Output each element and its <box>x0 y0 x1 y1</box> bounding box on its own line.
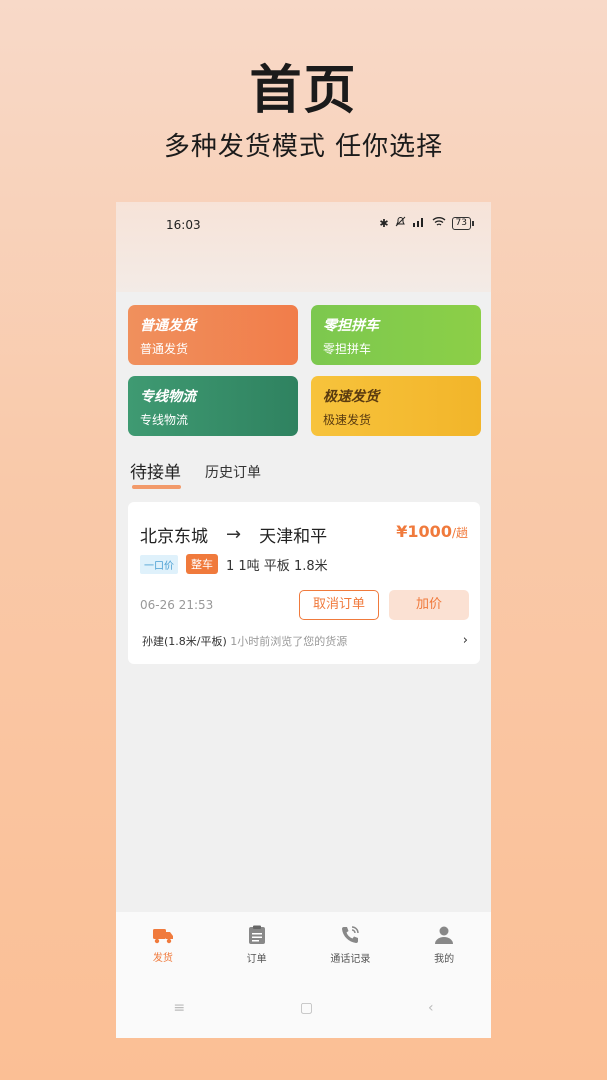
vehicle-type-badge: 整车 <box>186 554 218 574</box>
battery-icon: 73 <box>451 216 475 230</box>
promo-title: 首页 <box>249 61 358 121</box>
nav-ship[interactable]: 发货 <box>123 926 203 964</box>
tile-title: 专线物流 <box>140 389 196 405</box>
price-value: ¥1000 <box>396 522 452 541</box>
back-icon[interactable]: ‹ <box>428 1000 434 1016</box>
truck-icon <box>152 929 173 944</box>
viewer-name: 孙建(1.8米/平板) <box>142 635 227 648</box>
nav-label: 发货 <box>152 953 173 964</box>
tile-express-shipping[interactable]: 极速发货 极速发货 <box>311 376 481 436</box>
nav-label: 订单 <box>246 954 267 965</box>
price-unit: /趟 <box>451 526 468 540</box>
tile-subtitle: 专线物流 <box>140 413 189 427</box>
fixed-price-badge: 一口价 <box>140 554 178 574</box>
order-card[interactable]: 北京东城 → 天津和平 ¥1000/趟 一口价 整车 1 1吨 平板 1.8米 … <box>128 502 480 664</box>
system-nav: ≡ ▢ ‹ <box>116 978 491 1038</box>
nav-call-log[interactable]: 通话记录 <box>310 925 390 965</box>
cancel-order-button[interactable]: 取消订单 <box>299 590 379 620</box>
arrow-right-icon: → <box>226 524 242 545</box>
cargo-specs: 1 1吨 平板 1.8米 <box>226 558 328 574</box>
phone-screen: 16:03 ✱ 73 普通发货 普通发货 零担拼车 零担拼车 专线物流 专线物流… <box>116 202 491 1038</box>
tile-ltl-carpool[interactable]: 零担拼车 零担拼车 <box>311 305 481 365</box>
clipboard-icon <box>248 925 265 944</box>
tile-title: 极速发货 <box>323 389 379 405</box>
viewer-note: 1小时前浏览了您的货源 <box>230 635 348 648</box>
tile-subtitle: 普通发货 <box>140 342 189 356</box>
nav-label: 通话记录 <box>330 954 371 965</box>
tile-subtitle: 极速发货 <box>323 413 372 427</box>
tile-title: 普通发货 <box>140 318 196 334</box>
bottom-nav: 发货 订单 通话记录 我的 <box>116 912 491 978</box>
route-to: 天津和平 <box>259 527 328 547</box>
order-datetime: 06-26 21:53 <box>140 598 214 612</box>
order-tags: 一口价 整车 1 1吨 平板 1.8米 <box>140 554 328 574</box>
tile-subtitle: 零担拼车 <box>323 342 372 356</box>
phone-icon <box>342 926 360 943</box>
user-icon <box>435 926 454 944</box>
tile-dedicated-line[interactable]: 专线物流 专线物流 <box>128 376 298 436</box>
order-price: ¥1000/趟 <box>396 522 468 541</box>
raise-price-button[interactable]: 加价 <box>389 590 469 620</box>
chevron-right-icon: › <box>462 633 468 648</box>
home-icon[interactable]: ▢ <box>300 1000 313 1016</box>
tile-normal-shipping[interactable]: 普通发货 普通发货 <box>128 305 298 365</box>
nav-orders[interactable]: 订单 <box>217 925 297 965</box>
route-from: 北京东城 <box>140 527 208 547</box>
bluetooth-icon: ✱ <box>379 216 389 230</box>
tile-title: 零担拼车 <box>323 318 379 334</box>
nav-profile[interactable]: 我的 <box>404 925 484 965</box>
tab-history[interactable]: 历史订单 <box>205 462 261 489</box>
promo-subtitle: 多种发货模式 任你选择 <box>163 132 444 162</box>
route: 北京东城 → 天津和平 <box>140 522 327 547</box>
status-time: 16:03 <box>166 218 201 232</box>
status-icons: ✱ 73 <box>379 216 475 230</box>
header-background: 16:03 ✱ 73 <box>116 202 491 292</box>
signal-icon <box>412 216 426 230</box>
mute-icon <box>395 216 406 230</box>
menu-icon[interactable]: ≡ <box>173 1000 185 1016</box>
nav-label: 我的 <box>434 954 455 965</box>
viewer-row[interactable]: 孙建(1.8米/平板) 1小时前浏览了您的货源 › <box>142 633 468 649</box>
order-tabs: 待接单 历史订单 <box>130 458 261 489</box>
tab-pending[interactable]: 待接单 <box>130 458 181 489</box>
wifi-icon <box>432 216 446 230</box>
